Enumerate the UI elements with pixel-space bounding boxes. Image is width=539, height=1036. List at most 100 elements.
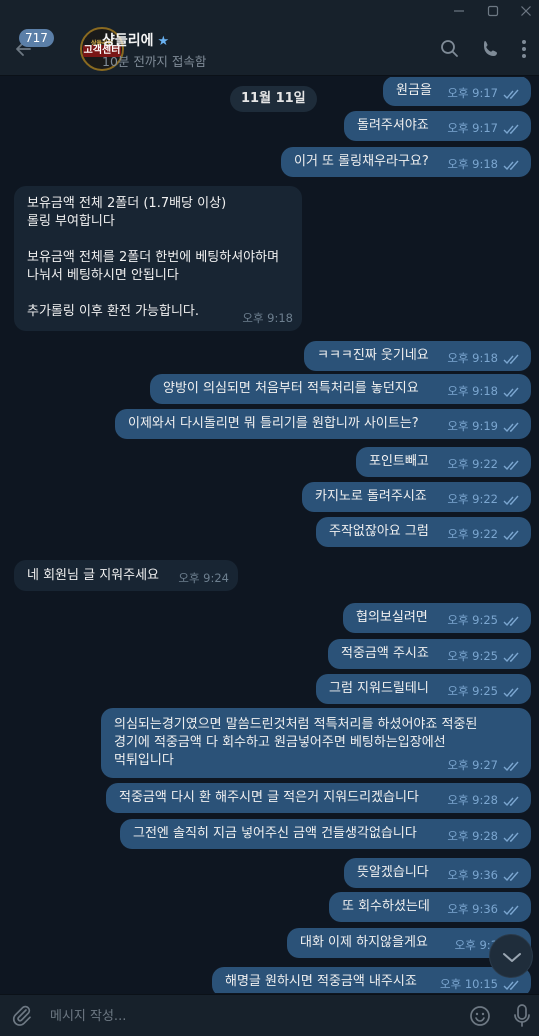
message-text: 주작없잖아요 그럼 — [329, 524, 429, 539]
minimize-icon[interactable] — [450, 2, 468, 20]
message-time: 오후 9:18 — [447, 384, 498, 398]
message-time: 오후 9:28 — [447, 829, 498, 843]
message-text: 이제와서 다시돌리면 뭐 틀리기를 원합니까 사이트는? — [128, 416, 419, 431]
more-options-icon[interactable] — [511, 36, 537, 62]
double-check-icon — [503, 616, 519, 627]
search-icon[interactable] — [437, 36, 463, 62]
message-out[interactable]: ㅋㅋㅋ진짜 웃기네요 오후 9:18 — [304, 341, 531, 371]
paperclip-icon[interactable] — [10, 1004, 34, 1028]
message-out[interactable]: 뜻알겠습니다 오후 9:36 — [344, 858, 531, 888]
message-out[interactable]: 그전엔 솔직히 지금 넣어주신 금액 건들생각없습니다 오후 9:28 — [120, 819, 531, 849]
double-check-icon — [503, 422, 519, 433]
emoji-icon[interactable] — [468, 1004, 492, 1028]
message-out[interactable]: 해명글 원하시면 적중금액 내주시죠 오후 10:15 — [212, 967, 531, 993]
message-text: 양방이 의심되면 처음부터 적특처리를 놓던지요 — [163, 381, 419, 396]
message-text: 또 회수하셨는데 — [342, 899, 430, 914]
message-out[interactable]: 포인트빼고 오후 9:22 — [356, 447, 531, 477]
message-text: 적중금액 다시 환 해주시면 글 적은거 지워드리겠습니다 — [119, 790, 419, 805]
message-text: 이거 또 롤링채우라구요? — [294, 154, 429, 169]
message-text: 포인트빼고 — [369, 454, 429, 469]
message-out[interactable]: 이제와서 다시돌리면 뭐 틀리기를 원합니까 사이트는? 오후 9:19 — [115, 409, 531, 439]
message-time: 오후 9:25 — [447, 613, 498, 627]
message-list[interactable]: 11월 11일 원금을 오후 9:17 돌려주셔야죠 오후 9:17 이거 또 … — [0, 77, 539, 993]
window-titlebar — [0, 0, 539, 22]
message-time: 오후 9:22 — [447, 527, 498, 541]
message-out[interactable]: 또 회수하셨는데 오후 9:36 — [329, 892, 531, 922]
phone-icon[interactable] — [478, 36, 504, 62]
date-divider: 11월 11일 — [230, 86, 317, 112]
double-check-icon — [503, 687, 519, 698]
double-check-icon — [503, 495, 519, 506]
message-out[interactable]: 주작없잖아요 그럼 오후 9:22 — [316, 517, 531, 547]
message-time: 오후 9:17 — [447, 121, 498, 135]
chat-name-text: 샹들리에 — [102, 33, 154, 49]
message-time: 오후 10:15 — [440, 977, 498, 991]
message-line: 보유금액 전체 2폴더 (1.7배당 이상) — [27, 196, 227, 211]
chat-header: 717 상들리에 고객센터 샹들리에 ★ 10분 전까지 접속함 — [0, 22, 539, 76]
maximize-icon[interactable] — [484, 2, 502, 20]
chevron-down-icon — [503, 953, 521, 962]
double-check-icon — [503, 796, 519, 807]
message-time: 오후 9:27 — [447, 758, 498, 772]
message-out[interactable]: 협의보실려면 오후 9:25 — [343, 603, 531, 633]
double-check-icon — [503, 160, 519, 171]
double-check-icon — [503, 354, 519, 365]
message-line: 먹튀입니다 — [114, 753, 174, 768]
double-check-icon — [503, 832, 519, 843]
message-time: 오후 9:18 — [242, 311, 293, 325]
message-time: 오후 9:18 — [447, 351, 498, 365]
message-text: 뜻알겠습니다 — [357, 865, 429, 880]
message-text: 대화 이제 하지않을게요 — [300, 935, 428, 950]
close-icon[interactable] — [517, 2, 535, 20]
double-check-icon — [503, 89, 519, 100]
message-text: 원금을 — [396, 83, 432, 98]
double-check-icon — [503, 905, 519, 916]
message-text: 해명글 원하시면 적중금액 내주시죠 — [225, 974, 417, 989]
message-out[interactable]: 그럼 지워드릴테니 오후 9:25 — [316, 674, 531, 704]
message-time: 오후 9:24 — [178, 571, 229, 585]
message-time: 오후 9:18 — [447, 157, 498, 171]
chat-status: 10분 전까지 접속함 — [102, 54, 207, 69]
message-in[interactable]: 네 회원님 글 지워주세요 오후 9:24 — [14, 560, 238, 591]
double-check-icon — [503, 387, 519, 398]
message-text: 그럼 지워드릴테니 — [329, 681, 429, 696]
star-icon: ★ — [157, 34, 170, 49]
double-check-icon — [503, 871, 519, 882]
message-composer — [0, 994, 539, 1036]
message-out[interactable]: 돌려주셔야죠 오후 9:17 — [344, 111, 531, 141]
message-line: 경기에 적중금액 다 회수하고 원금넣어주면 베팅하는입장에선 — [114, 735, 446, 750]
chat-name[interactable]: 샹들리에 ★ — [102, 30, 169, 50]
message-out[interactable]: 카지노로 돌려주시죠 오후 9:22 — [302, 482, 531, 512]
message-text: 적중금액 주시죠 — [341, 646, 429, 661]
message-text: 네 회원님 글 지워주세요 — [27, 568, 159, 583]
message-line: 나눠서 베팅하시면 안됩니다 — [27, 268, 179, 283]
message-out[interactable]: 원금을 오후 9:17 — [383, 77, 531, 106]
message-out[interactable]: 의심되는경기였으면 말씀드린것처럼 적특처리를 하셨어야죠 적중된 경기에 적중… — [101, 708, 531, 778]
message-text: 카지노로 돌려주시죠 — [315, 489, 427, 504]
message-in[interactable]: 보유금액 전체 2폴더 (1.7배당 이상) 롤링 부여합니다 보유금액 전체를… — [14, 186, 302, 331]
double-check-icon — [503, 530, 519, 541]
message-out[interactable]: 이거 또 롤링채우라구요? 오후 9:18 — [281, 147, 531, 177]
message-out[interactable]: 양방이 의심되면 처음부터 적특처리를 놓던지요 오후 9:18 — [150, 374, 531, 404]
message-line: 추가롤링 이후 환전 가능합니다. — [27, 304, 200, 319]
message-line: 의심되는경기였으면 말씀드린것처럼 적특처리를 하셨어야죠 적중된 — [114, 717, 478, 732]
double-check-icon — [503, 460, 519, 471]
message-time: 오후 9:17 — [447, 86, 498, 100]
double-check-icon — [503, 761, 519, 772]
message-time: 오후 9:28 — [447, 793, 498, 807]
message-text: 협의보실려면 — [356, 610, 428, 625]
message-text: 돌려주셔야죠 — [357, 118, 429, 133]
message-time: 오후 9:25 — [447, 684, 498, 698]
microphone-icon[interactable] — [512, 1003, 532, 1029]
message-time: 오후 9:22 — [447, 457, 498, 471]
message-input[interactable] — [50, 1002, 450, 1030]
scroll-down-button[interactable] — [489, 934, 533, 978]
message-time: 오후 9:25 — [447, 649, 498, 663]
double-check-icon — [503, 652, 519, 663]
message-text: 그전엔 솔직히 지금 넣어주신 금액 건들생각없습니다 — [133, 826, 417, 841]
double-check-icon — [503, 124, 519, 135]
message-out[interactable]: 적중금액 주시죠 오후 9:25 — [328, 639, 531, 669]
message-text: ㅋㅋㅋ진짜 웃기네요 — [317, 348, 429, 363]
double-check-icon — [503, 980, 519, 991]
message-out[interactable]: 적중금액 다시 환 해주시면 글 적은거 지워드리겠습니다 오후 9:28 — [106, 783, 531, 813]
